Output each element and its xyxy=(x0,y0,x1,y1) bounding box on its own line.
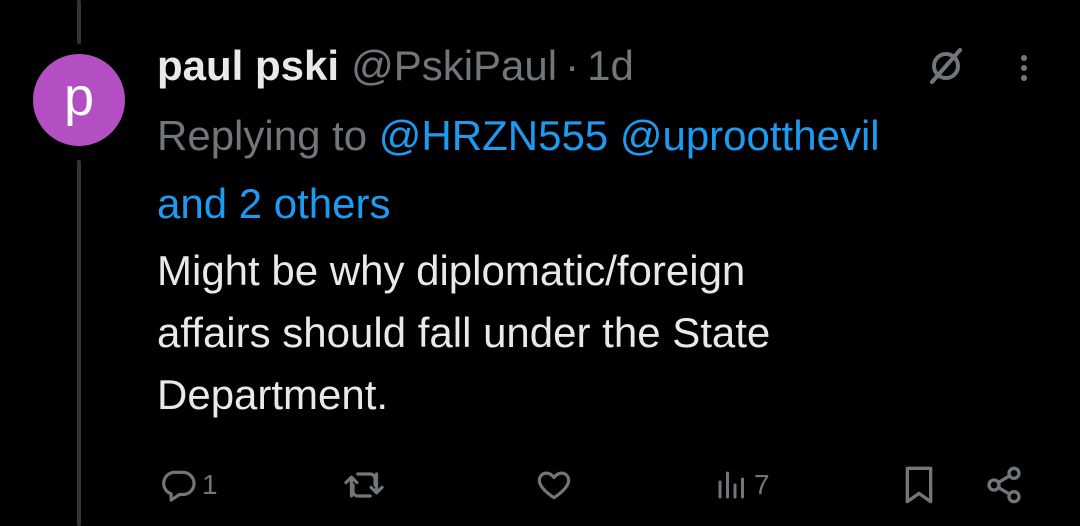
separator-dot: · xyxy=(565,42,580,89)
share-icon xyxy=(987,466,1021,504)
view-count: 7 xyxy=(754,469,770,500)
grok-icon[interactable] xyxy=(926,44,966,88)
bookmark-icon xyxy=(905,466,933,504)
replying-to: Replying to @HRZN555 @uprootthevil and 2… xyxy=(157,102,1057,238)
avatar-letter: p xyxy=(63,67,95,127)
more-icon[interactable] xyxy=(1012,46,1036,86)
replying-to-label: Replying to xyxy=(157,112,379,159)
reply-icon xyxy=(162,470,196,502)
retweet-button[interactable] xyxy=(342,455,390,515)
tweet-header: paul pski @PskiPaul · 1d xyxy=(157,40,634,92)
avatar[interactable]: p xyxy=(33,54,125,146)
views-button[interactable]: 7 xyxy=(714,455,770,515)
share-button[interactable] xyxy=(984,455,1024,515)
tweet-text-line-3: Department. xyxy=(157,371,389,418)
heart-icon xyxy=(537,471,571,500)
views-icon xyxy=(718,471,744,499)
tweet-text: Might be why diplomatic/foreign affairs … xyxy=(157,240,1037,426)
bookmark-button[interactable] xyxy=(902,455,936,515)
retweet-icon xyxy=(344,472,384,498)
mention-hrzn555[interactable]: @HRZN555 xyxy=(379,112,608,159)
author-name[interactable]: paul pski xyxy=(157,42,339,90)
author-handle[interactable]: @PskiPaul xyxy=(351,42,557,90)
tweet-text-line-1: Might be why diplomatic/foreign xyxy=(157,247,746,294)
reply-count: 1 xyxy=(202,469,218,500)
thread-line-top xyxy=(77,0,81,44)
action-bar: 1 7 xyxy=(0,455,1080,515)
like-button[interactable] xyxy=(534,455,578,515)
mention-others[interactable]: and 2 others xyxy=(157,180,391,227)
reply-button[interactable]: 1 xyxy=(160,455,218,515)
tweet-text-line-2: affairs should fall under the State xyxy=(157,309,771,356)
timestamp[interactable]: 1d xyxy=(587,42,634,90)
mention-uprootthevil[interactable]: @uprootthevil xyxy=(620,112,880,159)
